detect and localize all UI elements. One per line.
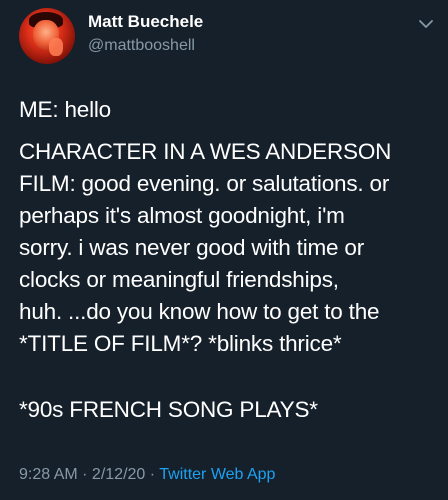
- avatar[interactable]: [19, 8, 75, 64]
- tweet-line: *90s FRENCH SONG PLAYS*: [19, 397, 318, 422]
- tweet-card: Matt Buechele @mattbooshell ME: hello CH…: [0, 0, 448, 500]
- meta-separator: ·: [77, 466, 92, 483]
- tweet-meta: 9:28 AM · 2/12/20 · Twitter Web App: [19, 466, 275, 484]
- tweet-date[interactable]: 2/12/20: [92, 466, 145, 483]
- chevron-down-icon[interactable]: [418, 18, 434, 30]
- tweet-source-app[interactable]: Twitter Web App: [159, 466, 275, 483]
- tweet-line: *TITLE OF FILM*? *blinks thrice*: [19, 331, 342, 356]
- tweet-line: FILM: good evening. or salutations. or: [19, 171, 390, 196]
- tweet-line: clocks or meaningful friendships,: [19, 267, 339, 292]
- avatar-hand: [49, 38, 63, 56]
- tweet-text-intro: ME: hello: [19, 94, 439, 126]
- tweet-line: CHARACTER IN A WES ANDERSON: [19, 139, 392, 164]
- author-name[interactable]: Matt Buechele: [88, 12, 203, 32]
- tweet-line: huh. ...do you know how to get to the: [19, 299, 380, 324]
- tweet-line: ME: hello: [19, 97, 111, 122]
- author-handle[interactable]: @mattbooshell: [88, 37, 195, 55]
- tweet-text-dialogue: CHARACTER IN A WES ANDERSON FILM: good e…: [19, 136, 439, 360]
- tweet-text-closing: *90s FRENCH SONG PLAYS*: [19, 394, 439, 426]
- meta-separator: ·: [145, 466, 160, 483]
- tweet-line: perhaps it's almost goodnight, i'm: [19, 203, 345, 228]
- tweet-time[interactable]: 9:28 AM: [19, 466, 78, 483]
- tweet-line: sorry. i was never good with time or: [19, 235, 365, 260]
